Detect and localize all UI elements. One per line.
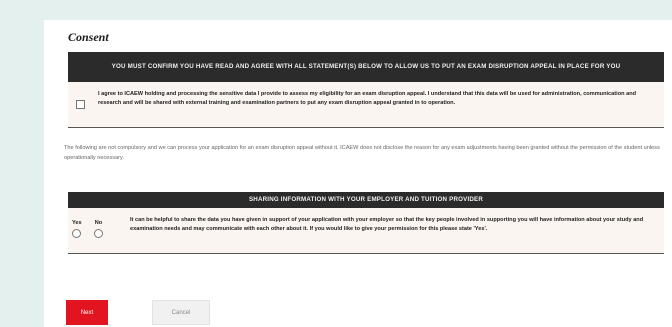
optional-note: The following are not compulsory and we …	[64, 145, 660, 161]
yes-label: Yes	[72, 220, 82, 226]
sharing-info-banner: SHARING INFORMATION WITH YOUR EMPLOYER A…	[68, 192, 664, 208]
cancel-button[interactable]: Cancel	[152, 300, 210, 325]
no-radio[interactable]	[94, 229, 103, 238]
no-label: No	[94, 220, 103, 226]
consent-statement-row: I agree to ICAEW holding and processing …	[68, 82, 664, 128]
consent-required-banner: YOU MUST CONFIRM YOU HAVE READ AND AGREE…	[68, 52, 664, 82]
yes-option: Yes	[72, 220, 82, 238]
consent-checkbox[interactable]	[76, 100, 85, 109]
consent-card: Consent YOU MUST CONFIRM YOU HAVE READ A…	[44, 20, 672, 327]
section-title: Consent	[68, 30, 109, 44]
consent-statement-text: I agree to ICAEW holding and processing …	[98, 91, 637, 106]
sharing-statement-row: Yes No It can be helpful to share the da…	[68, 208, 664, 254]
sharing-info-banner-text: SHARING INFORMATION WITH YOUR EMPLOYER A…	[248, 196, 484, 204]
consent-required-banner-text: YOU MUST CONFIRM YOU HAVE READ AND AGREE…	[111, 63, 621, 71]
yes-radio[interactable]	[72, 229, 82, 238]
sharing-statement-text: It can be helpful to share the data you …	[130, 217, 644, 232]
no-option: No	[94, 220, 103, 238]
next-button[interactable]: Next	[66, 300, 108, 325]
